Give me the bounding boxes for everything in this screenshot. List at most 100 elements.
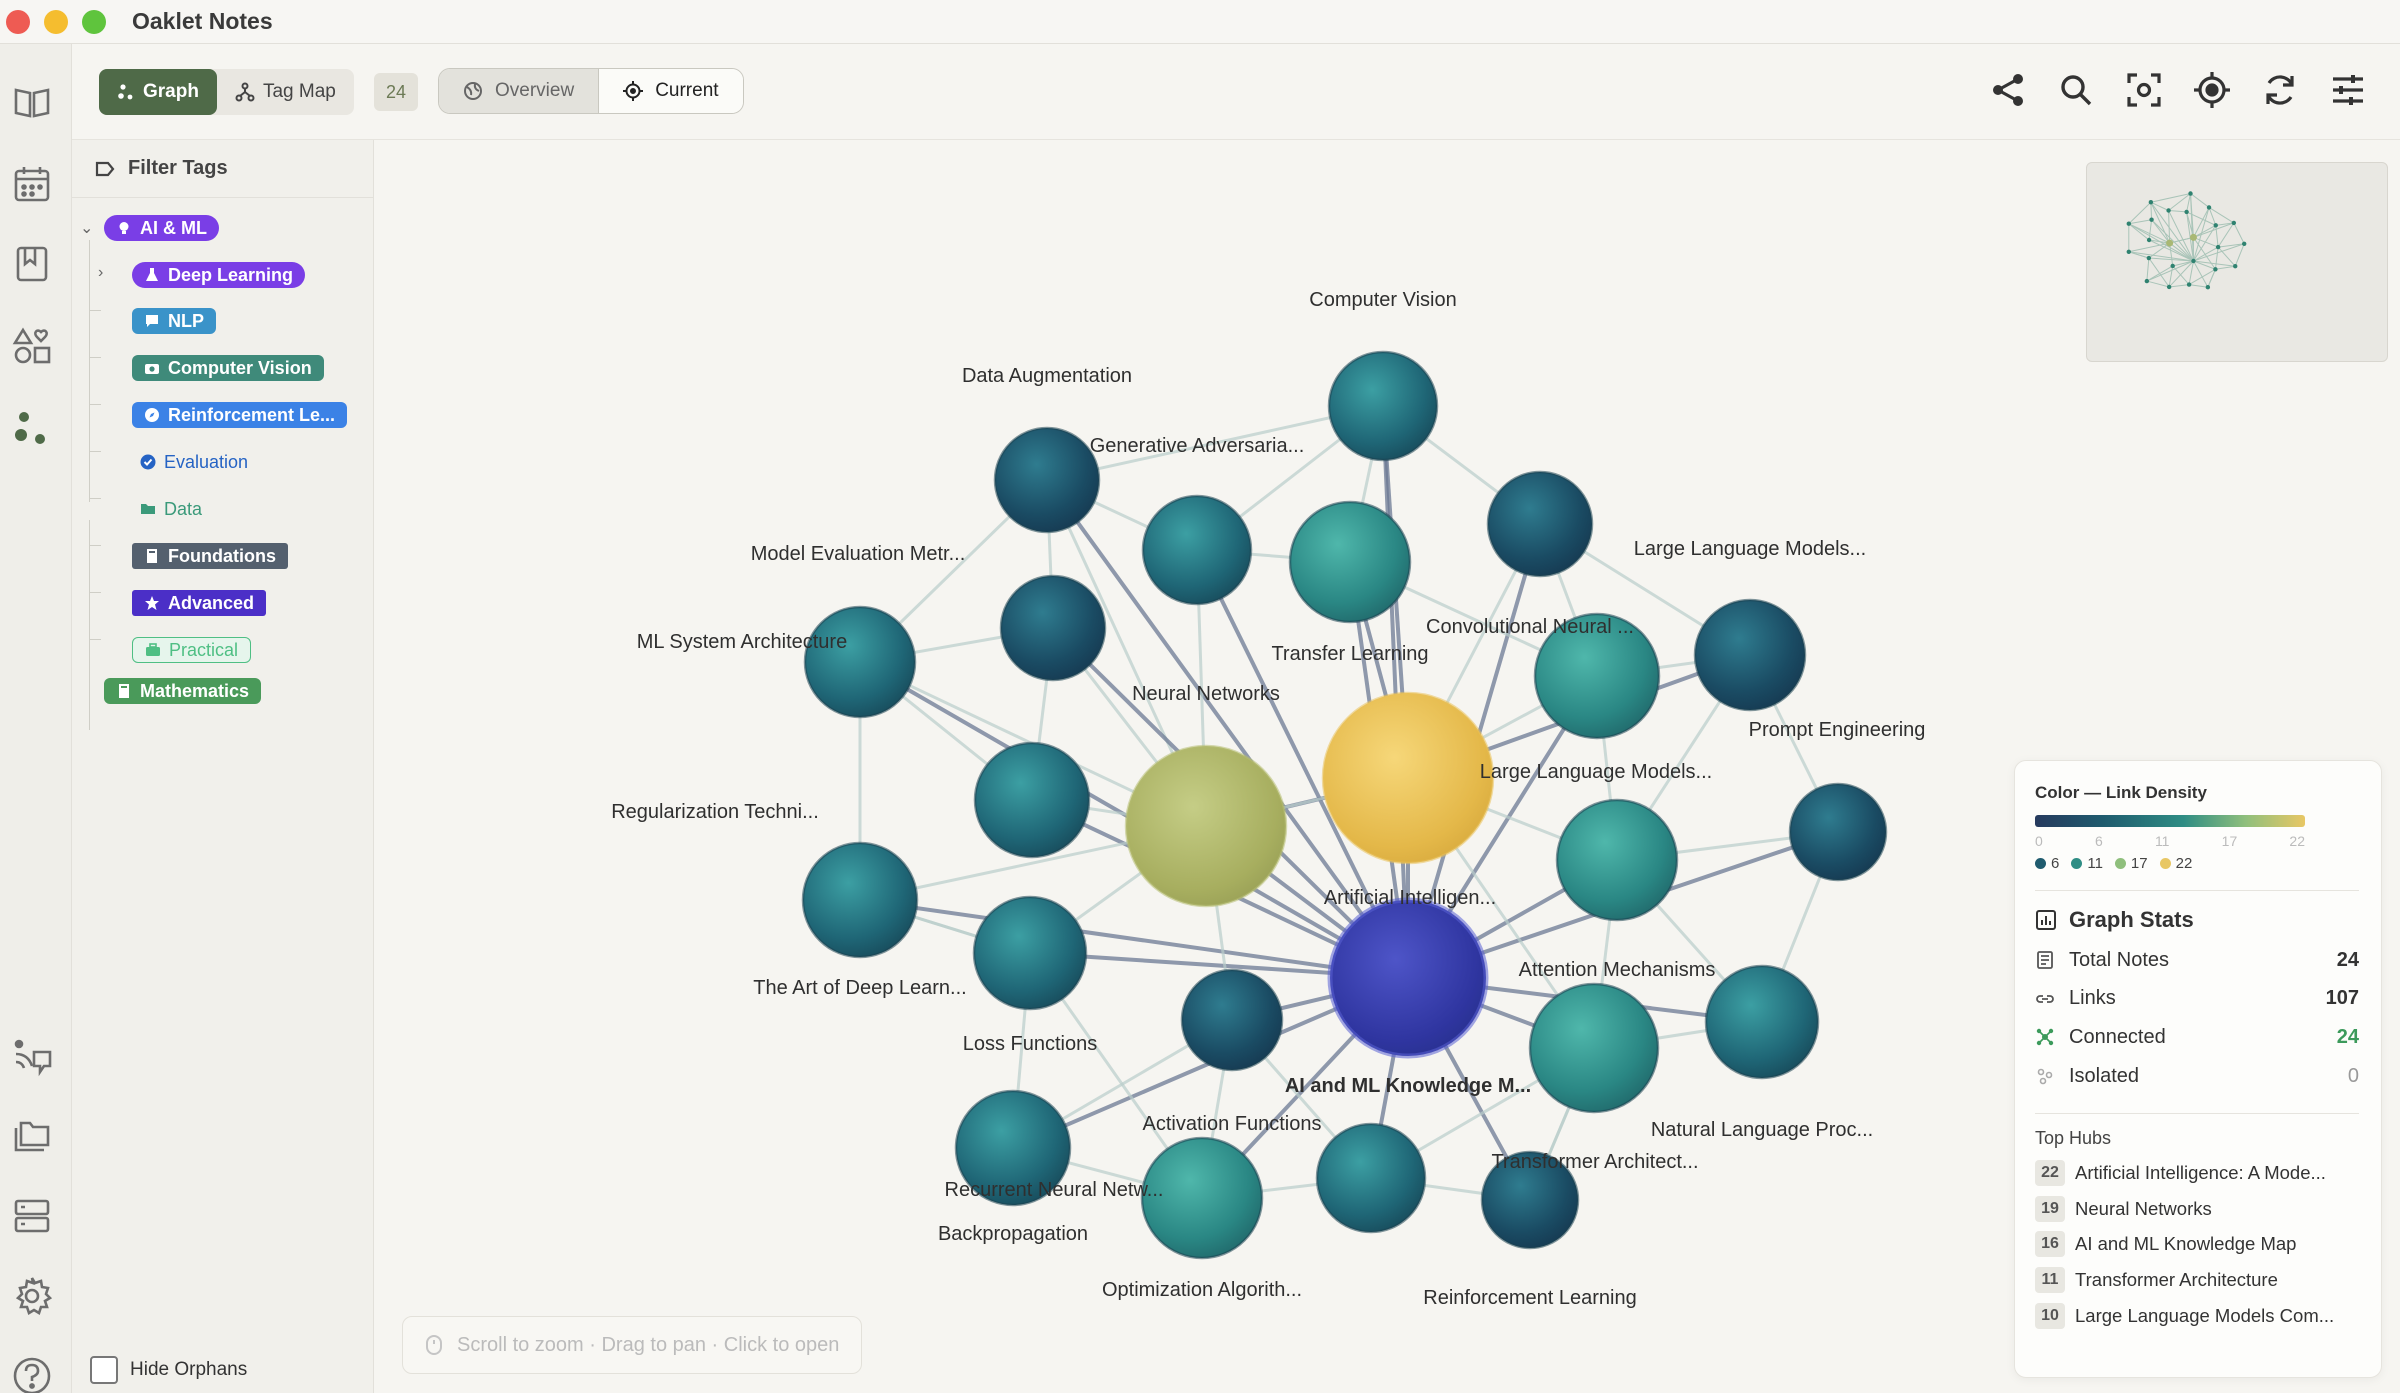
minimap-node [2148,200,2154,205]
tag-row-nlp[interactable]: NLP [132,308,216,334]
graph-node[interactable] [1124,744,1288,908]
overview-button[interactable]: Overview [439,69,599,113]
tag-ai-ml[interactable]: AI & ML [104,215,219,241]
tag-advanced[interactable]: Advanced [132,590,267,616]
fit-view-icon[interactable] [2122,68,2166,112]
hub-item[interactable]: 11 Transformer Architecture [2035,1262,2359,1298]
tag-nlp[interactable]: NLP [132,308,216,334]
graph-node[interactable] [1693,598,1807,712]
minimap-node [2126,221,2131,226]
tag-row-deep-learning[interactable]: Deep Learning [132,262,306,288]
current-button[interactable]: Current [598,69,743,113]
graph-node[interactable] [1327,897,1489,1059]
tag-label: Reinforcement Le... [168,404,336,425]
tag-row-practical[interactable]: Practical [132,637,252,663]
tag-reinforcement-learning[interactable]: Reinforcement Le... [132,402,348,428]
stat-label: Isolated [2069,1064,2140,1087]
minimap-node [2144,278,2150,284]
graph-node[interactable] [1315,1122,1427,1234]
hub-item[interactable]: 19 Neural Networks [2035,1191,2359,1227]
close-window-button[interactable] [6,9,30,34]
settings-gear-icon[interactable] [10,1274,54,1318]
refresh-icon[interactable] [2258,68,2302,112]
tag-foundations[interactable]: Foundations [132,543,288,569]
tag-row-reinforcement[interactable]: Reinforcement Le... [132,402,348,428]
tag-row-foundations[interactable]: Foundations [132,543,288,569]
graph-node[interactable] [999,574,1107,682]
tree-hook [89,391,101,405]
minimap-edge [2215,265,2236,270]
minimap[interactable] [2086,162,2388,362]
hide-orphans-checkbox[interactable] [90,1356,118,1384]
search-icon[interactable] [2054,68,2098,112]
tag-data[interactable]: Data [136,496,206,522]
tag-row-computer-vision[interactable]: Computer Vision [132,355,324,381]
tag-evaluation[interactable]: Evaluation [136,449,252,475]
tag-computer-vision[interactable]: Computer Vision [132,355,324,381]
graph-node[interactable] [801,841,919,959]
hub-item[interactable]: 10 Large Language Models Com... [2035,1298,2359,1334]
tag-label: Advanced [168,592,255,613]
storage-icon[interactable] [10,1194,54,1238]
share-icon[interactable] [1986,68,2030,112]
camera-icon [144,360,160,376]
graph-node[interactable] [1288,500,1412,624]
graph-node-label: Convolutional Neural ... [1426,616,1634,638]
book-icon[interactable] [10,80,54,124]
tree-hook [89,438,101,452]
zoom-window-button[interactable] [82,9,106,34]
minimize-window-button[interactable] [44,9,68,34]
chevron-down-icon[interactable]: ⌄ [80,218,93,238]
divider [2035,1113,2359,1115]
star-icon [144,595,160,611]
tag-deep-learning[interactable]: Deep Learning [132,262,306,288]
graph-node[interactable] [1180,968,1284,1072]
graph-tab[interactable]: Graph [99,69,217,115]
legend-tick: 0 [2035,833,2043,849]
graph-stats-title: Graph Stats [2069,907,2194,932]
locate-icon[interactable] [2190,68,2234,112]
folders-icon[interactable] [10,1114,54,1158]
graph-settings-icon[interactable] [2326,68,2370,112]
graph-node[interactable] [1788,782,1888,882]
wifi-chat-icon[interactable] [10,1034,54,1078]
help-icon[interactable] [10,1354,54,1393]
hub-item[interactable]: 22 Artificial Intelligence: A Mode... [2035,1155,2359,1191]
graph-node[interactable] [1141,494,1253,606]
graph-node[interactable] [1327,350,1439,462]
graph-node[interactable] [803,605,917,719]
stat-label: Total Notes [2069,948,2170,971]
tag-practical[interactable]: Practical [132,637,252,663]
graph-node[interactable] [1555,798,1679,922]
graph-node[interactable] [1321,691,1495,865]
tag-label: Computer Vision [168,357,312,378]
graph-node-label: Backpropagation [938,1223,1088,1245]
graph-node[interactable] [1528,982,1660,1114]
graph-node[interactable] [1486,470,1594,578]
bookmark-icon[interactable] [10,242,54,286]
graph-node[interactable] [973,741,1091,859]
tag-map-tab[interactable]: Tag Map [217,69,354,115]
tag-row-advanced[interactable]: Advanced [132,590,267,616]
tag-row-data[interactable]: Data [136,496,206,522]
tag-row-mathematics[interactable]: Mathematics [104,678,262,704]
tag-label: Mathematics [140,680,250,701]
tag-label: Deep Learning [168,264,294,285]
graph-node[interactable] [993,426,1101,534]
tag-row-ai-ml[interactable]: AI & ML [104,215,219,241]
graph-node[interactable] [1704,964,1820,1080]
graph-node[interactable] [972,895,1088,1011]
graph-view-icon[interactable] [10,406,54,450]
folder-icon [140,501,156,517]
bulb-icon [116,220,132,236]
hub-item[interactable]: 16 AI and ML Knowledge Map [2035,1227,2359,1263]
tag-mathematics[interactable]: Mathematics [104,678,262,704]
tree-guide [89,240,90,502]
chevron-right-icon[interactable]: › [98,264,103,282]
graph-node-label: Optimization Algorith... [1102,1279,1302,1301]
shapes-icon[interactable] [10,324,54,368]
hide-orphans-toggle[interactable]: Hide Orphans [90,1347,374,1393]
calendar-icon[interactable] [10,162,54,206]
graph-canvas[interactable]: Computer Vision Data Augmentation Generati… [374,140,2400,1393]
tag-row-evaluation[interactable]: Evaluation [136,449,252,475]
